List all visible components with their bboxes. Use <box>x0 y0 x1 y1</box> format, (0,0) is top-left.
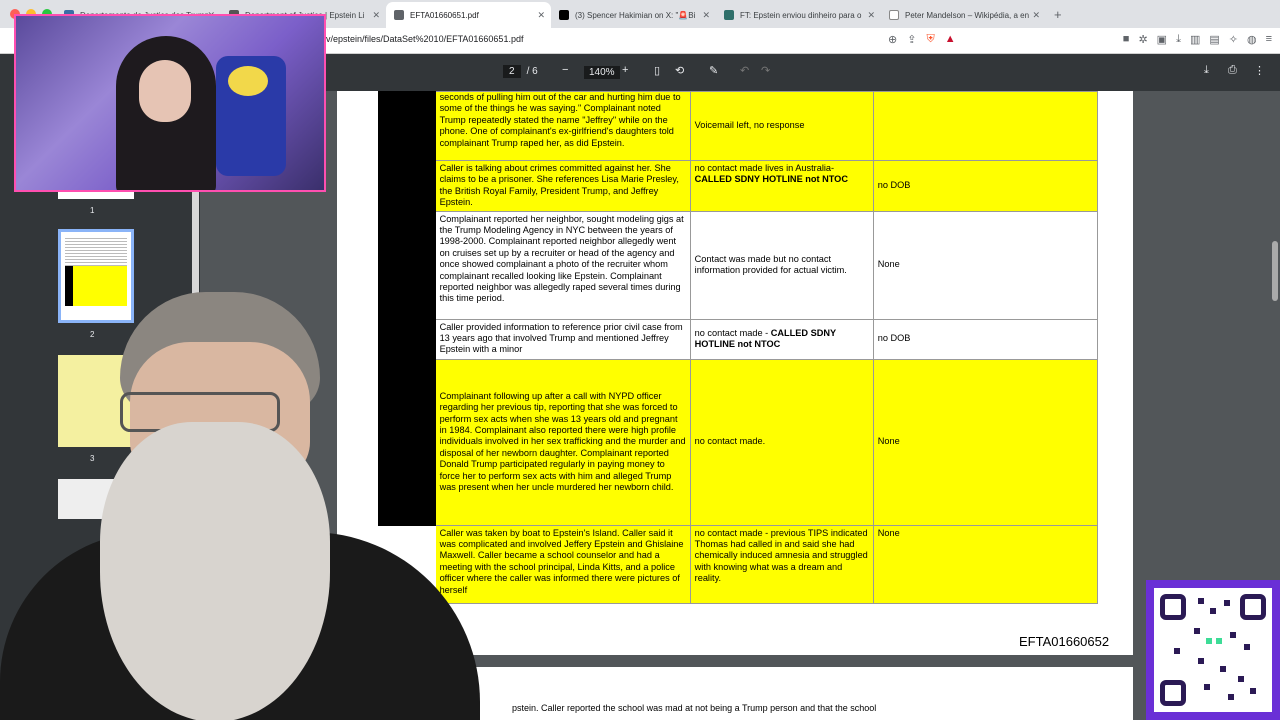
dob-cell: no DOB <box>872 318 1099 360</box>
wallet-icon[interactable]: ▤ <box>1209 33 1219 46</box>
tab-favicon-icon <box>889 10 899 20</box>
table-row: Complainant reported her neighbor, sough… <box>378 210 1099 320</box>
contact-text: no contact made. <box>694 436 766 447</box>
tab-close-icon[interactable]: ✕ <box>372 10 380 21</box>
page-footer-id: EFTA01660652 <box>1019 634 1110 649</box>
contact-text: Contact was made but no contact informat… <box>694 253 847 276</box>
annotate-icon[interactable]: ✎ <box>709 64 718 77</box>
contact-cell: no contact made lives in Australia- CALL… <box>689 160 874 212</box>
browser-tab[interactable]: FT: Epstein enviou dinheiro para o ✕ <box>716 2 881 28</box>
tab-close-icon[interactable]: ✕ <box>702 10 710 21</box>
new-tab-button[interactable]: + <box>1054 7 1062 22</box>
table-row: Caller was taken by boat to Epstein's Is… <box>378 524 1099 604</box>
table-row: Complainant following up after a call wi… <box>378 358 1099 526</box>
tips-table: seconds of pulling him out of the car an… <box>378 91 1099 604</box>
contact-text-bold: CALLED SDNY HOTLINE not NTOC <box>694 174 848 185</box>
browser-tab[interactable]: (3) Spencer Hakimian on X: "🚨Bi ✕ <box>551 2 716 28</box>
person-face <box>139 60 191 122</box>
dob-cell <box>872 91 1099 161</box>
contact-text: Voicemail left, no response <box>694 120 805 131</box>
contact-cell: no contact made. <box>689 358 874 526</box>
redaction-block <box>378 160 436 212</box>
page-indicator: 2 / 6 <box>503 65 538 78</box>
webcam-overlay-presenter <box>0 292 480 720</box>
sidebar-toggle-icon[interactable]: ▥ <box>1190 33 1200 46</box>
screenshot-icon[interactable]: ▣ <box>1157 33 1167 46</box>
tab-close-icon[interactable]: ✕ <box>1032 10 1040 21</box>
tab-favicon-icon <box>559 10 569 20</box>
zoom-out-button[interactable]: − <box>562 64 568 76</box>
menu-icon[interactable]: ≡ <box>1266 33 1272 46</box>
tab-title: FT: Epstein enviou dinheiro para o <box>740 10 862 20</box>
viewer-scrollbar[interactable] <box>1272 241 1278 301</box>
extension-icon[interactable]: ■ <box>1123 33 1130 46</box>
page-total: / 6 <box>526 66 538 77</box>
figure-toy-head <box>228 66 268 96</box>
browser-tab[interactable]: Peter Mandelson – Wikipédia, a en ✕ <box>881 2 1046 28</box>
more-options-icon[interactable]: ⋮ <box>1254 64 1265 77</box>
contact-cell: Voicemail left, no response <box>689 91 874 161</box>
puzzle-icon[interactable]: ✲ <box>1138 33 1147 46</box>
tab-title: EFTA01660651.pdf <box>410 10 479 20</box>
table-row: Caller provided information to reference… <box>378 318 1099 360</box>
contact-cell: Contact was made but no contact informat… <box>689 210 874 320</box>
redo-icon[interactable]: ↷ <box>761 64 770 77</box>
contact-text: no contact made - previous TIPS indicate… <box>694 527 868 584</box>
complaint-cell: seconds of pulling him out of the car an… <box>434 91 691 161</box>
dob-cell: no DOB <box>872 160 1099 212</box>
contact-cell: no contact made - CALLED SDNY HOTLINE no… <box>689 318 874 360</box>
ai-icon[interactable]: ✧ <box>1229 33 1238 46</box>
page-thumbnail[interactable] <box>58 191 134 199</box>
presenter-beard <box>100 422 330 720</box>
undo-icon[interactable]: ↶ <box>740 64 749 77</box>
fit-page-icon[interactable]: ▯ <box>654 64 660 77</box>
tab-close-icon[interactable]: ✕ <box>537 10 545 21</box>
redaction-block <box>378 91 436 161</box>
thumbnail-label: 1 <box>90 206 95 215</box>
download-pdf-icon[interactable]: ⤓ <box>1204 64 1209 77</box>
page-number-input[interactable]: 2 <box>503 65 521 78</box>
print-icon[interactable]: ⎙ <box>1228 64 1237 77</box>
zoom-level-input[interactable]: 140% <box>584 66 620 79</box>
brave-rewards-icon[interactable]: ▲ <box>945 33 956 46</box>
tab-close-icon[interactable]: ✕ <box>867 10 875 21</box>
rotate-icon[interactable]: ⟲ <box>675 64 684 77</box>
dob-cell: None <box>872 524 1099 604</box>
download-icon[interactable]: ⤓ <box>1176 33 1181 46</box>
share-icon[interactable]: ⇪ <box>907 33 916 46</box>
table-row: Caller is talking about crimes committed… <box>378 160 1099 212</box>
dob-cell: None <box>872 358 1099 526</box>
qr-code <box>1146 580 1280 720</box>
complaint-cell: Caller is talking about crimes committed… <box>434 160 691 212</box>
browser-tab-active[interactable]: EFTA01660651.pdf ✕ <box>386 2 551 28</box>
table-row: seconds of pulling him out of the car an… <box>378 91 1099 161</box>
url-input[interactable]: v/epstein/files/DataSet%2010/EFTA0166065… <box>326 34 523 44</box>
dob-cell: None <box>872 210 1099 320</box>
webcam-overlay <box>14 14 326 192</box>
tab-favicon-icon <box>394 10 404 20</box>
tab-title: Peter Mandelson – Wikipédia, a en <box>905 10 1030 20</box>
contact-text: no contact made - <box>694 327 769 338</box>
vpn-icon[interactable]: ◍ <box>1247 33 1257 46</box>
contact-cell: no contact made - previous TIPS indicate… <box>689 524 874 604</box>
next-page-text: pstein. Caller reported the school was m… <box>512 703 877 713</box>
contact-text: no contact made lives in Australia- <box>694 163 835 173</box>
zoom-in-button[interactable]: + <box>622 64 628 76</box>
tab-title: (3) Spencer Hakimian on X: "🚨Bi <box>575 10 696 20</box>
zoom-icon[interactable]: ⊕ <box>888 33 897 46</box>
brave-shield-icon[interactable]: ⛨ <box>926 33 934 46</box>
tab-favicon-icon <box>724 10 734 20</box>
